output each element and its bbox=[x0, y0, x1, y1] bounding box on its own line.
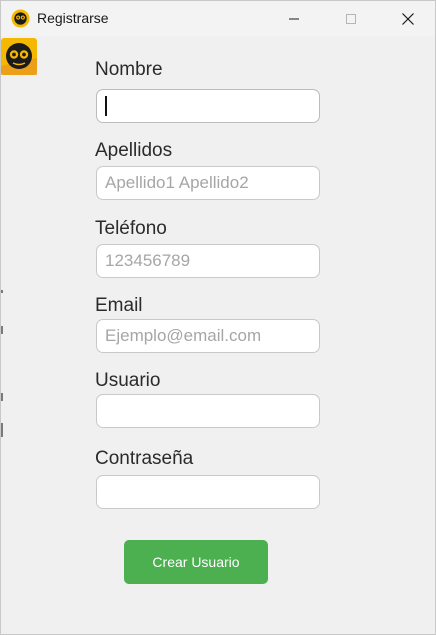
close-button[interactable] bbox=[379, 1, 436, 36]
apellidos-input[interactable] bbox=[96, 166, 320, 200]
edge-mark bbox=[1, 423, 3, 437]
nombre-input[interactable] bbox=[96, 89, 320, 123]
text-caret bbox=[105, 96, 107, 116]
register-window: Registrarse Nombre Apellidos Apellido1 A… bbox=[0, 0, 436, 635]
contrasena-input[interactable] bbox=[96, 475, 320, 509]
app-logo-icon bbox=[11, 9, 30, 28]
title-bar[interactable]: Registrarse bbox=[1, 1, 435, 36]
label-contrasena: Contraseña bbox=[95, 448, 194, 469]
telefono-input[interactable] bbox=[96, 244, 320, 278]
label-email: Email bbox=[95, 295, 143, 316]
label-nombre: Nombre bbox=[95, 59, 163, 80]
close-icon bbox=[402, 12, 414, 25]
edge-mark bbox=[1, 290, 3, 293]
minimize-icon bbox=[289, 18, 299, 19]
maximize-icon bbox=[346, 13, 356, 24]
label-telefono: Teléfono bbox=[95, 218, 167, 239]
minimize-button[interactable] bbox=[265, 1, 323, 36]
edge-mark bbox=[1, 326, 3, 334]
usuario-input[interactable] bbox=[96, 394, 320, 428]
email-input[interactable] bbox=[96, 319, 320, 353]
crear-usuario-button[interactable]: Crear Usuario bbox=[124, 540, 268, 584]
label-apellidos: Apellidos bbox=[95, 140, 173, 161]
maximize-button[interactable] bbox=[322, 1, 380, 36]
edge-mark bbox=[1, 393, 3, 401]
app-badge-icon bbox=[1, 38, 37, 75]
window-title: Registrarse bbox=[37, 10, 109, 26]
label-usuario: Usuario bbox=[95, 370, 161, 391]
